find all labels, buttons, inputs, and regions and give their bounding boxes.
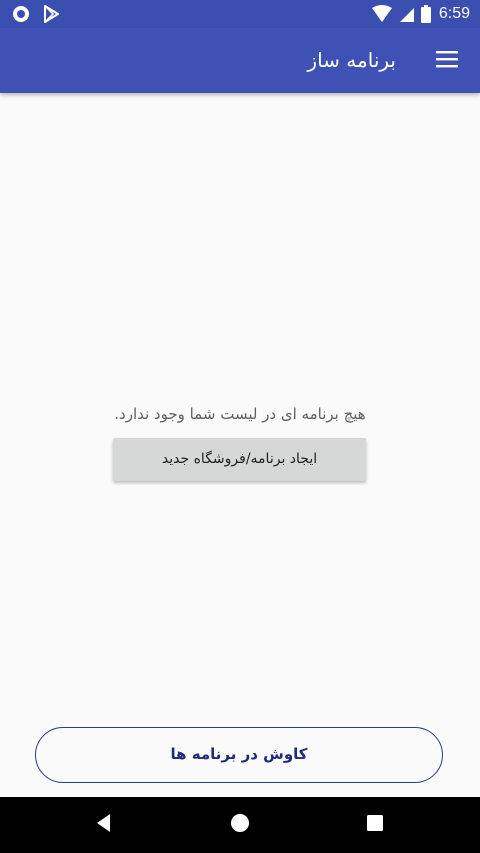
wifi-icon xyxy=(371,5,393,23)
main-content: هیچ برنامه ای در لیست شما وجود ندارد. ای… xyxy=(0,93,480,797)
recents-button[interactable] xyxy=(361,811,389,839)
app-title: برنامه ساز xyxy=(307,48,396,72)
back-icon xyxy=(94,813,114,837)
battery-icon xyxy=(420,5,431,23)
explore-apps-button[interactable]: کاوش در برنامه ها xyxy=(35,727,443,783)
back-button[interactable] xyxy=(90,811,118,839)
recents-icon xyxy=(366,814,384,836)
status-clock: 6:59 xyxy=(438,5,470,22)
home-icon xyxy=(230,813,250,837)
status-right-icons: 6:59 xyxy=(371,4,470,24)
play-store-icon xyxy=(42,5,60,23)
cellular-signal-icon xyxy=(399,5,415,23)
home-button[interactable] xyxy=(226,811,254,839)
notification-circle-icon xyxy=(12,5,30,23)
navigation-bar xyxy=(0,797,480,853)
empty-state-message: هیچ برنامه ای در لیست شما وجود ندارد. xyxy=(114,405,366,423)
status-left-icons xyxy=(12,4,60,24)
menu-button[interactable] xyxy=(432,46,462,76)
create-app-button[interactable]: ایجاد برنامه/فروشگاه جدید xyxy=(113,438,366,481)
status-bar: 6:59 xyxy=(0,0,480,28)
app-bar: برنامه ساز xyxy=(0,28,480,93)
hamburger-menu-icon xyxy=(435,49,459,73)
